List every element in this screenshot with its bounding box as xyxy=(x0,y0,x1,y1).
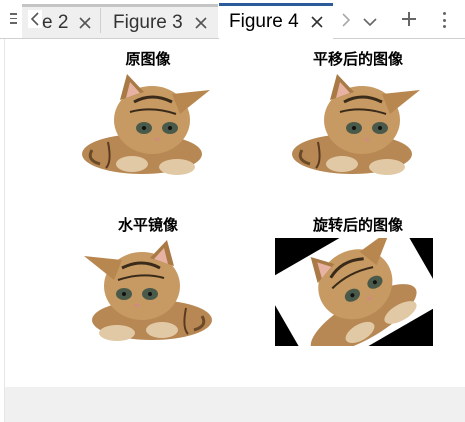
kitten-photo-mirrored xyxy=(72,238,222,346)
plus-icon[interactable] xyxy=(400,10,418,28)
figure-footer xyxy=(5,387,465,422)
kitten-photo-rotated xyxy=(275,238,433,346)
kebab-menu-icon[interactable] xyxy=(441,11,449,29)
kitten-photo xyxy=(72,72,222,180)
close-icon[interactable] xyxy=(194,16,208,30)
tab-figure-4[interactable]: Figure 4 xyxy=(219,3,333,39)
subplot-title-rotated: 旋转后的图像 xyxy=(312,216,403,234)
kitten-photo-translated xyxy=(282,72,432,180)
tab-label: Figure 4 xyxy=(229,11,299,32)
tab-figure-3[interactable]: Figure 3 xyxy=(101,4,218,39)
subplot-title-translated: 平移后的图像 xyxy=(312,50,403,68)
chevron-down-icon[interactable] xyxy=(362,13,378,27)
close-icon[interactable] xyxy=(310,15,324,29)
subplot-title-original: 原图像 xyxy=(125,50,171,68)
close-icon[interactable] xyxy=(78,16,92,30)
menu-icon[interactable] xyxy=(10,13,17,24)
tab-label: e 2 xyxy=(42,12,69,33)
chevron-left-icon[interactable] xyxy=(28,10,42,28)
subplot-title-mirrored: 水平镜像 xyxy=(117,216,178,234)
tab-label: Figure 3 xyxy=(113,12,183,33)
chevron-right-icon[interactable] xyxy=(340,11,352,29)
